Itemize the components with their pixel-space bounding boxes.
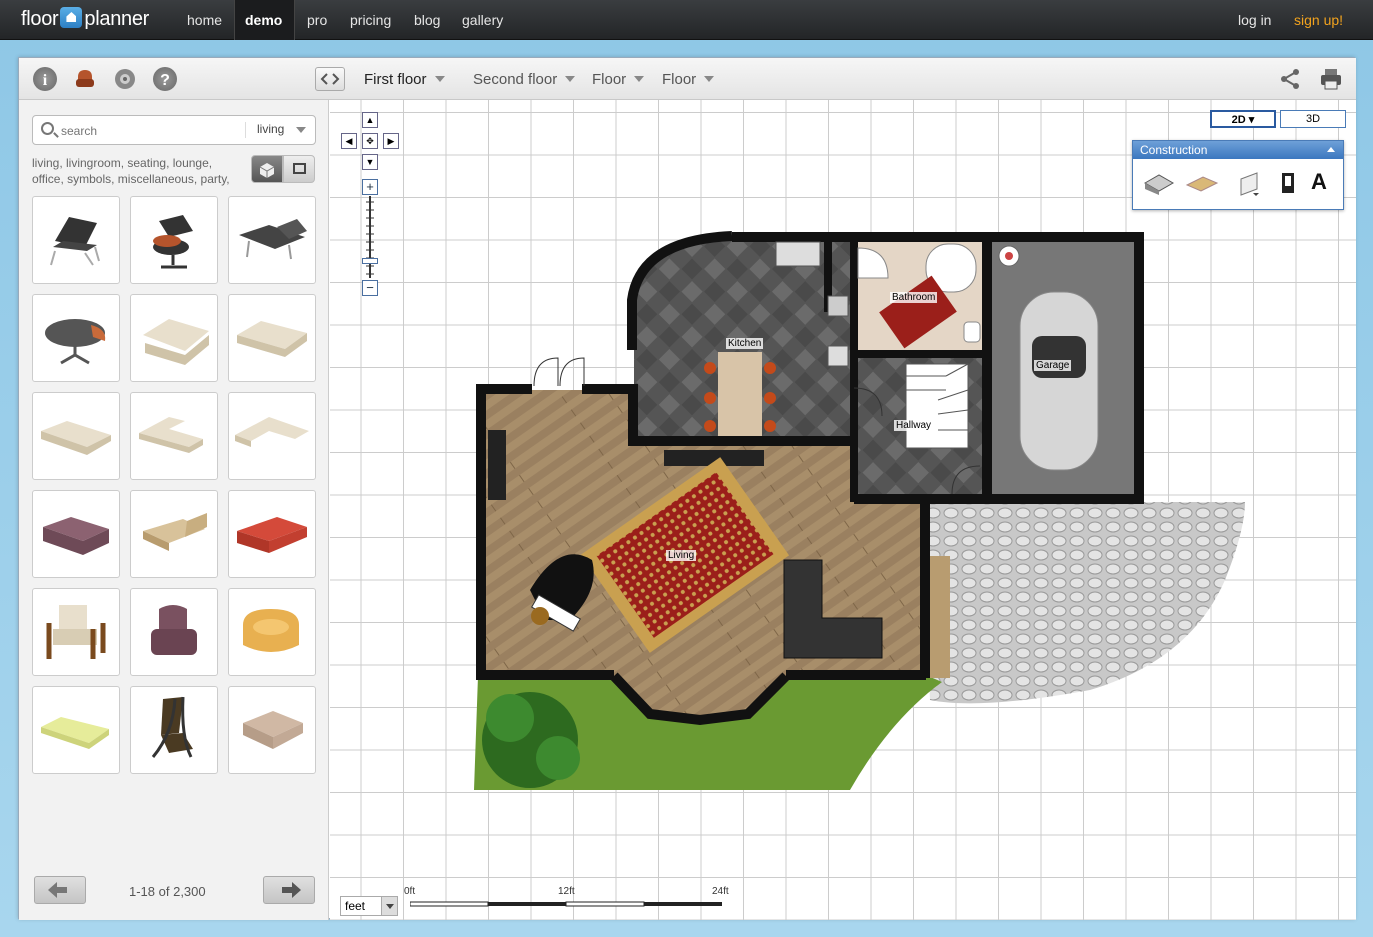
furniture-item[interactable] [32, 294, 120, 382]
app-window: i ? First floor Second floor Floor Floor [18, 57, 1356, 920]
furniture-item[interactable] [228, 392, 316, 480]
furniture-item[interactable] [130, 196, 218, 284]
logo-text-floor: floor [21, 8, 59, 30]
nav-blog[interactable]: blog [414, 0, 440, 40]
chevron-down-icon [565, 76, 576, 82]
view-2d-button[interactable]: 2D ▾ [1210, 110, 1276, 128]
furniture-library-sidebar: living living, livingroom, seating, loun… [19, 100, 329, 920]
door-tool-icon[interactable] [1278, 171, 1298, 200]
top-navigation-bar: floor planner home demo pro pricing blog … [0, 0, 1373, 40]
unit-select[interactable]: feet [340, 896, 398, 916]
furniture-item[interactable] [228, 588, 316, 676]
room-label-living[interactable]: Living [666, 550, 697, 561]
floor-tab-first[interactable]: First floor [364, 71, 445, 88]
panel-title: Construction [1140, 143, 1208, 157]
floor-tab-label: Second floor [473, 71, 558, 88]
surface-tool-icon[interactable] [1235, 169, 1265, 204]
room-label-bathroom[interactable]: Bathroom [890, 292, 938, 303]
logo[interactable]: floor planner [21, 7, 149, 31]
furniture-item[interactable] [228, 686, 316, 774]
chevron-down-icon [704, 76, 715, 82]
logo-text-planner: planner [84, 8, 150, 30]
svg-text:?: ? [160, 72, 170, 89]
floor-tab-fourth[interactable]: Floor [662, 71, 715, 88]
furniture-item[interactable] [130, 588, 218, 676]
search-tags: living, livingroom, seating, lounge, off… [32, 156, 230, 186]
settings-globe-icon[interactable] [113, 67, 137, 91]
info-icon[interactable]: i [33, 67, 57, 91]
furniture-item[interactable] [130, 392, 218, 480]
chevron-down-icon[interactable] [296, 127, 306, 133]
room-label-garage[interactable]: Garage [1034, 360, 1072, 371]
chevron-down-icon [634, 76, 645, 82]
chevron-down-icon [434, 76, 445, 82]
toolbar: i ? First floor Second floor Floor Floor [19, 58, 1356, 100]
logo-house-icon [60, 7, 83, 28]
nav-gallery[interactable]: gallery [462, 0, 503, 40]
floor-plan-drawing[interactable] [330, 100, 1356, 920]
furniture-item[interactable] [32, 392, 120, 480]
floor-tab-label: Floor [662, 71, 697, 88]
text-tool-icon[interactable]: A [1311, 169, 1327, 195]
nav-demo[interactable]: demo [234, 0, 295, 40]
room-label-kitchen[interactable]: Kitchen [726, 338, 764, 349]
search-input[interactable] [61, 122, 231, 140]
furniture-icon[interactable] [73, 67, 97, 91]
floor-tab-second[interactable]: Second floor [473, 71, 576, 88]
signup-link[interactable]: sign up! [1294, 0, 1343, 40]
floor-tool-icon[interactable] [1185, 171, 1219, 200]
nav-pro[interactable]: pro [307, 0, 327, 40]
furniture-item[interactable] [32, 490, 120, 578]
share-icon[interactable] [1279, 68, 1301, 95]
scale-label-24: 24ft [712, 886, 729, 897]
view-3d-button[interactable]: 3D [1280, 110, 1346, 128]
wall-tool-icon[interactable] [1143, 171, 1175, 200]
prev-page-button[interactable] [34, 876, 86, 904]
room-label-hallway[interactable]: Hallway [894, 420, 934, 431]
furniture-item[interactable] [228, 490, 316, 578]
category-select[interactable]: living [257, 122, 284, 136]
scale-label-12: 12ft [558, 886, 575, 897]
furniture-item[interactable] [130, 686, 218, 774]
unit-value: feet [345, 899, 366, 913]
view-2d-label: 2D [1231, 114, 1246, 126]
pagination-text: 1-18 of 2,300 [129, 884, 206, 899]
svg-text:i: i [43, 72, 48, 89]
print-icon[interactable] [1319, 67, 1343, 96]
floor-tab-label: First floor [364, 71, 427, 88]
scale-bar [410, 901, 722, 907]
login-link[interactable]: log in [1238, 0, 1271, 40]
furniture-item[interactable] [228, 294, 316, 382]
furniture-item[interactable] [32, 686, 120, 774]
chevron-down-icon [381, 897, 397, 915]
nav-pricing[interactable]: pricing [350, 0, 391, 40]
toggle-sidebar-button[interactable] [315, 67, 345, 91]
furniture-item[interactable] [32, 196, 120, 284]
next-page-button[interactable] [263, 876, 315, 904]
furniture-item[interactable] [228, 196, 316, 284]
search-box: living [32, 115, 316, 145]
view-2d-toggle[interactable] [283, 155, 315, 183]
construction-panel: Construction A [1132, 140, 1344, 210]
furniture-item[interactable] [130, 490, 218, 578]
floorplan-canvas[interactable]: ▲ ◀ ✥ ▶ ▼ + − Kitchen Bathroom Garage Ha… [330, 100, 1356, 920]
furniture-item[interactable] [32, 588, 120, 676]
construction-panel-header[interactable]: Construction [1133, 141, 1343, 159]
search-icon [41, 122, 54, 135]
furniture-item[interactable] [130, 294, 218, 382]
help-icon[interactable]: ? [153, 67, 177, 91]
floor-tab-label: Floor [592, 71, 627, 88]
divider [245, 122, 246, 138]
floor-tab-third[interactable]: Floor [592, 71, 645, 88]
nav-home[interactable]: home [187, 0, 222, 40]
scale-label-0: 0ft [404, 886, 416, 897]
view-3d-toggle[interactable] [251, 155, 283, 183]
view-mode-toggle: 2D ▾ 3D [1210, 110, 1346, 128]
